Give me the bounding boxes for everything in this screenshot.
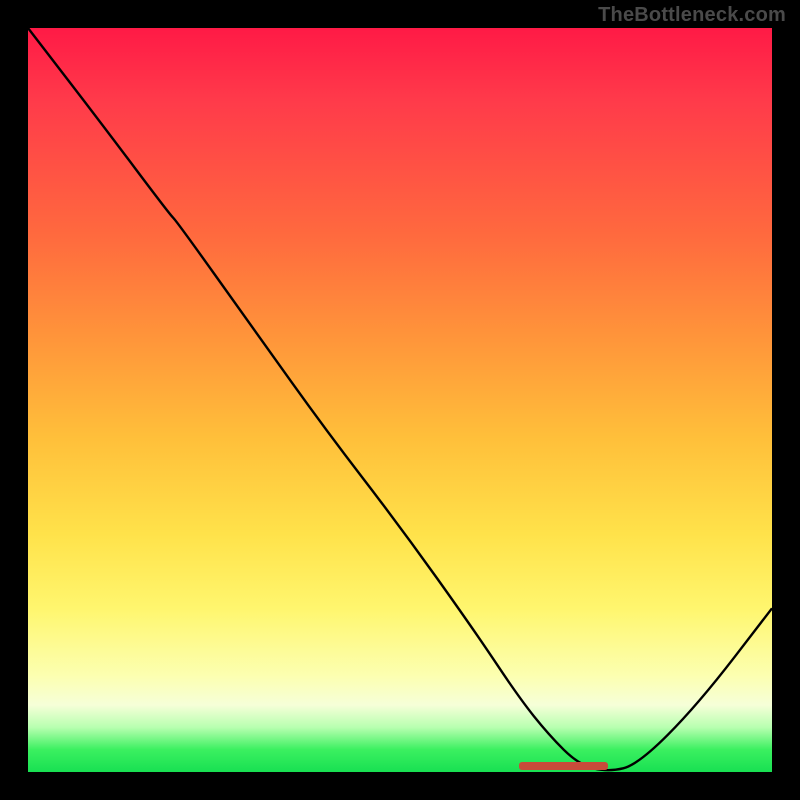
optimum-marker: [519, 762, 608, 770]
plot-area: [28, 28, 772, 772]
watermark-text: TheBottleneck.com: [598, 4, 786, 27]
curve-svg: [28, 28, 772, 772]
chart-container: TheBottleneck.com: [0, 0, 800, 800]
bottleneck-curve: [28, 28, 772, 770]
